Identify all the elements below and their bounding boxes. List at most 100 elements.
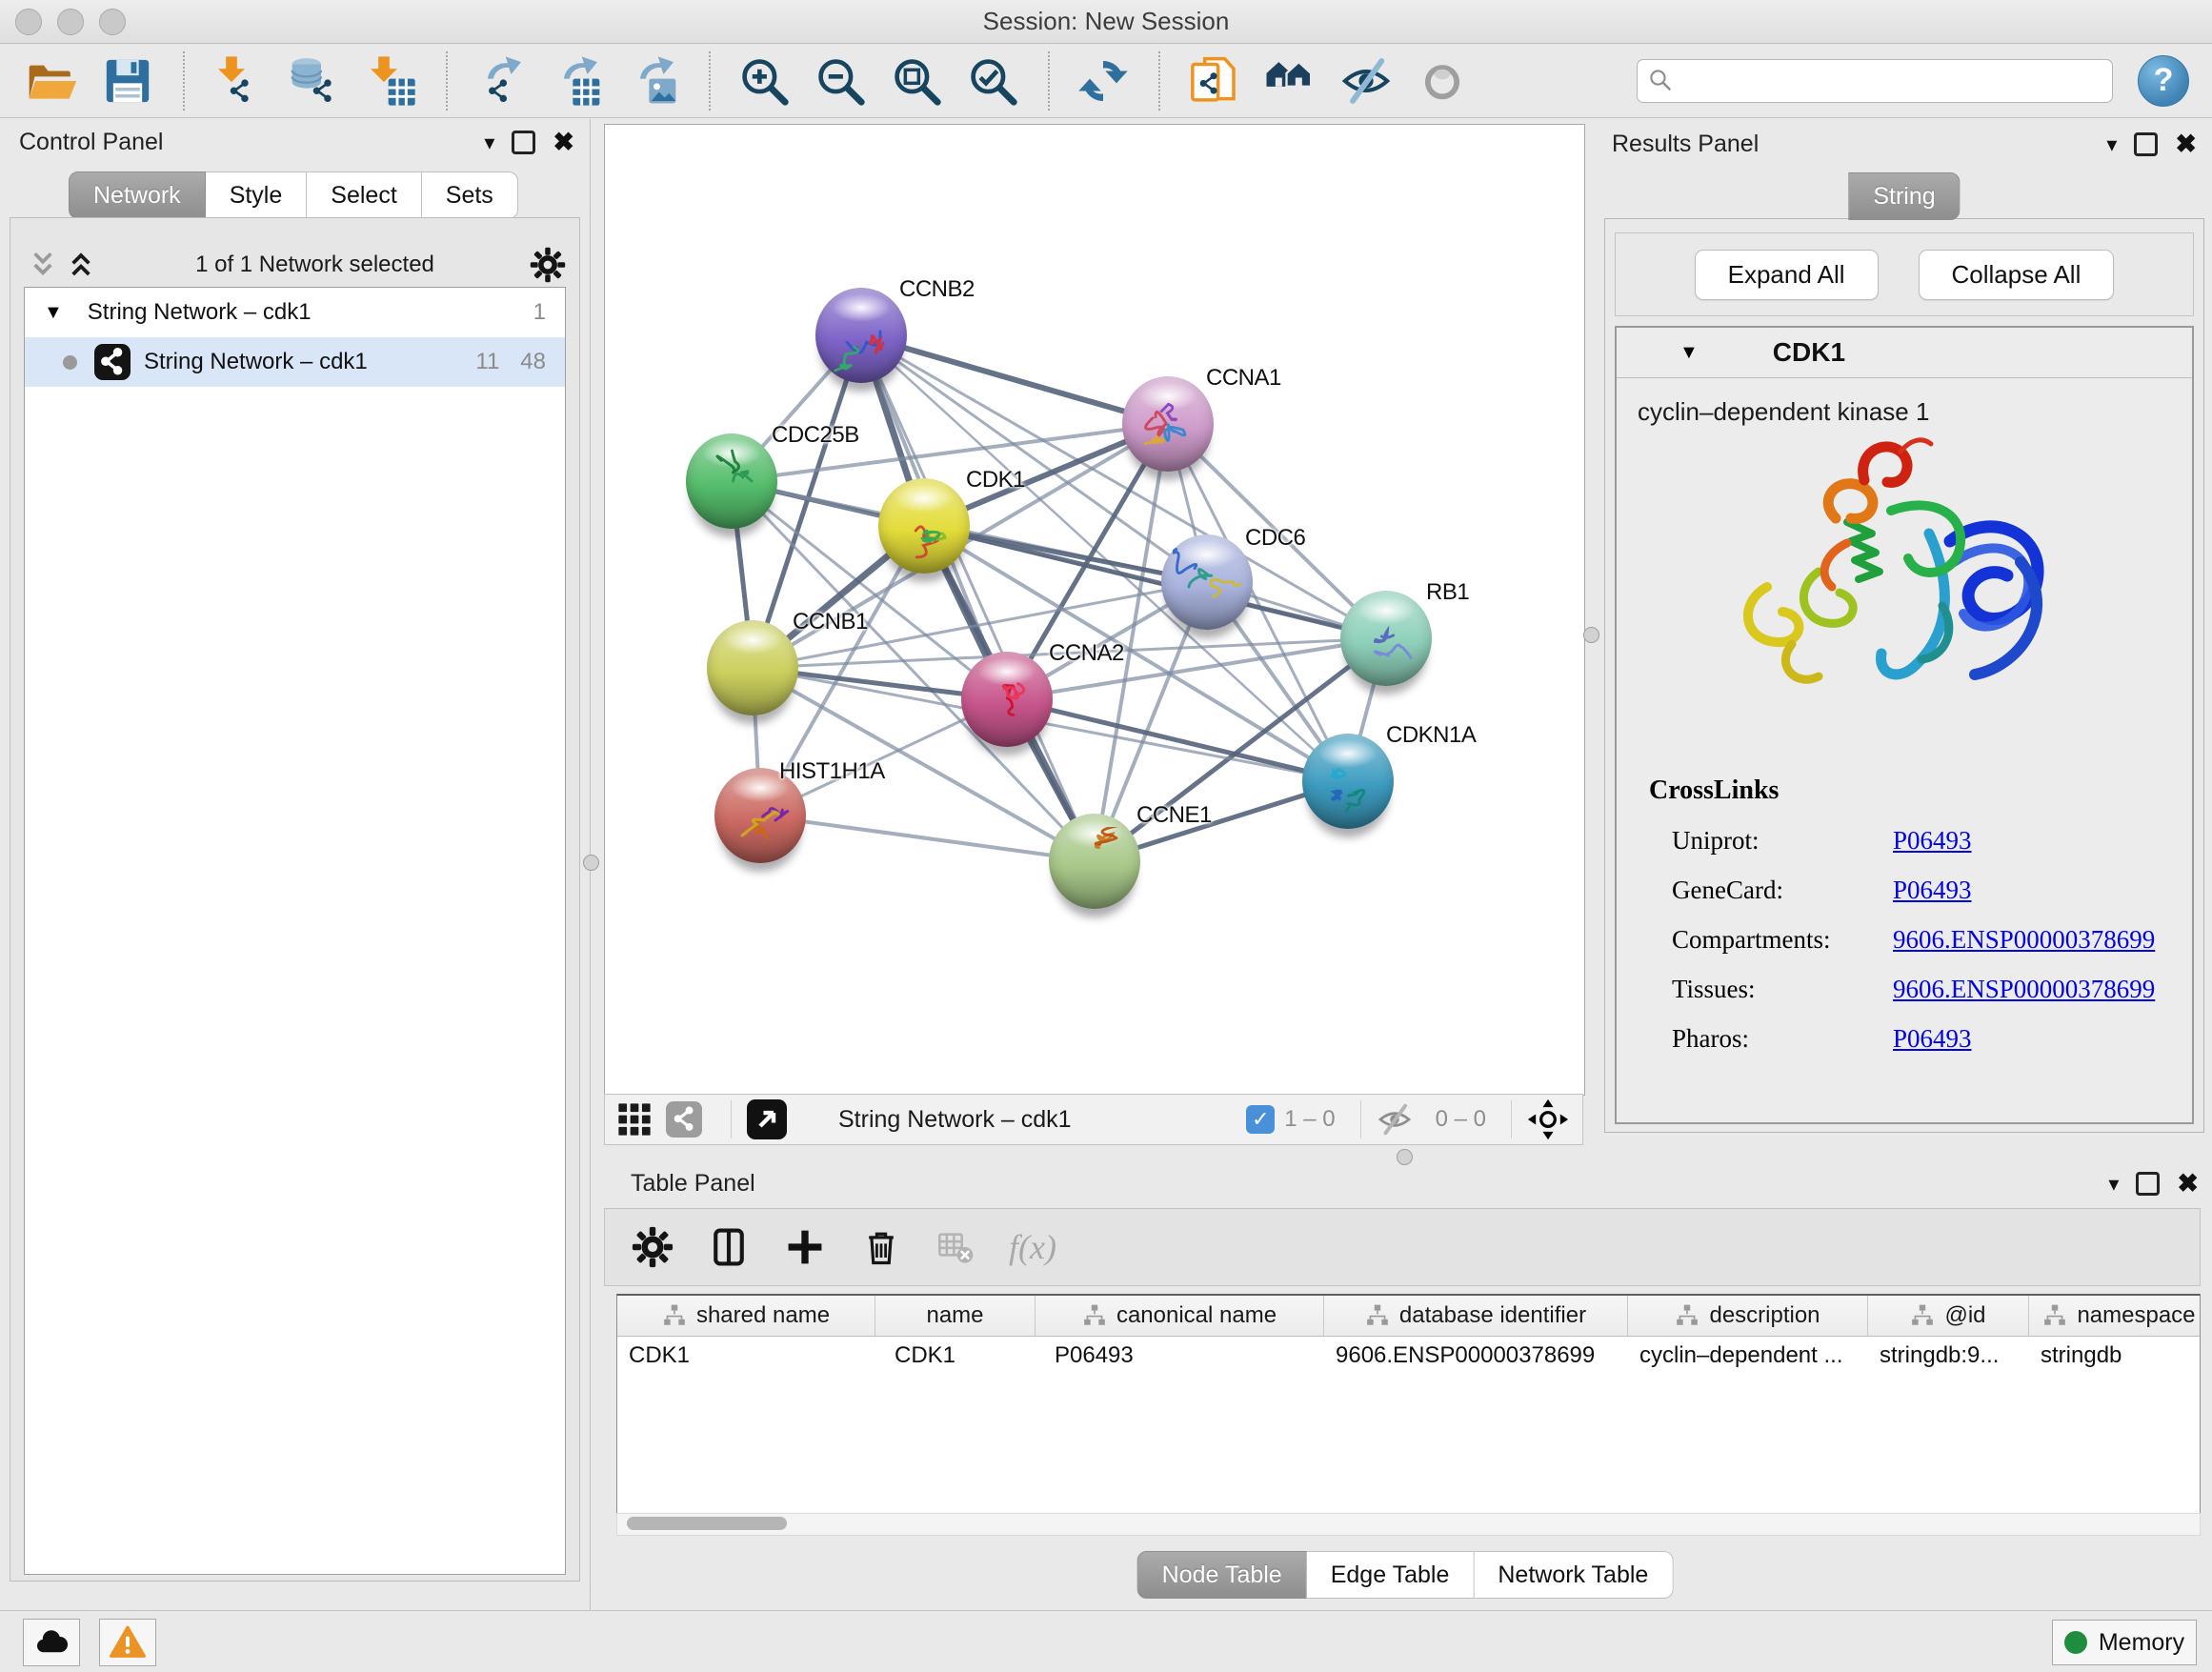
network-row-selected[interactable]: String Network – cdk1 11 48 <box>25 337 565 387</box>
table-cell[interactable]: cyclin–dependent ... <box>1628 1337 1868 1377</box>
right-splitter-handle[interactable] <box>1583 627 1599 643</box>
tab-edge-table[interactable]: Edge Table <box>1307 1551 1475 1599</box>
network-node-CCNA2[interactable] <box>961 652 1053 747</box>
column-header-namespace[interactable]: namespace <box>2029 1296 2201 1336</box>
collapse-all-button[interactable]: Collapse All <box>1919 250 2115 300</box>
import-database-button[interactable] <box>288 54 341 108</box>
network-options-gear-icon[interactable] <box>530 247 566 283</box>
network-node-CDKN1A[interactable] <box>1302 734 1394 829</box>
crosslink-link[interactable]: P06493 <box>1893 876 1972 905</box>
zoom-selected-button[interactable] <box>966 54 1019 108</box>
help-button[interactable]: ? <box>2138 55 2189 107</box>
panel-maximize-icon[interactable] <box>512 131 535 154</box>
network-node-CCNA1[interactable] <box>1122 376 1214 472</box>
crosslink-link[interactable]: 9606.ENSP00000378699 <box>1893 975 2155 1004</box>
tab-network-table[interactable]: Network Table <box>1474 1551 1673 1599</box>
panel-float-icon[interactable]: ▾ <box>484 132 494 153</box>
tab-string[interactable]: String <box>1848 172 1960 220</box>
first-neighbors-button[interactable] <box>1263 54 1317 108</box>
memory-button[interactable]: Memory <box>2052 1620 2197 1665</box>
export-table-button[interactable] <box>551 54 604 108</box>
results-maximize-icon[interactable] <box>2134 132 2158 156</box>
tab-network[interactable]: Network <box>69 171 206 219</box>
table-cell[interactable]: stringdb <box>2029 1337 2201 1377</box>
scrollbar-thumb[interactable] <box>627 1517 787 1530</box>
table-cell[interactable]: P06493 <box>1036 1337 1324 1377</box>
tab-style[interactable]: Style <box>206 171 308 219</box>
network-node-CDC25B[interactable] <box>686 433 777 529</box>
network-edge[interactable] <box>861 335 1095 861</box>
column-header-description[interactable]: description <box>1628 1296 1868 1336</box>
node-details-header[interactable]: ▼ CDK1 <box>1617 328 2192 378</box>
open-icon <box>25 54 78 108</box>
clone-network-button[interactable] <box>1187 54 1240 108</box>
table-horizontal-scrollbar[interactable] <box>616 1513 2201 1536</box>
crosslink-link[interactable]: P06493 <box>1893 1024 1972 1054</box>
table-maximize-icon[interactable] <box>2136 1172 2160 1196</box>
table-close-icon[interactable]: ✖ <box>2177 1171 2199 1197</box>
panel-close-icon[interactable]: ✖ <box>553 130 574 155</box>
warnings-button[interactable] <box>99 1619 156 1666</box>
export-image-button[interactable] <box>627 54 680 108</box>
export-network-button[interactable] <box>474 54 528 108</box>
zoom-out-button[interactable] <box>814 54 867 108</box>
network-thumbnail-icon[interactable] <box>666 1101 702 1138</box>
table-float-icon[interactable]: ▾ <box>2108 1174 2119 1195</box>
hide-selected-button[interactable] <box>1339 54 1393 108</box>
expand-all-button[interactable]: Expand All <box>1695 250 1879 300</box>
tab-select[interactable]: Select <box>307 171 421 219</box>
import-table-button[interactable] <box>364 54 417 108</box>
open-button[interactable] <box>25 54 78 108</box>
column-header-canonical-name[interactable]: canonical name <box>1036 1296 1324 1336</box>
crosslink-link[interactable]: 9606.ENSP00000378699 <box>1893 925 2155 955</box>
table-cell[interactable]: 9606.ENSP00000378699 <box>1324 1337 1628 1377</box>
network-edge[interactable] <box>760 816 1095 861</box>
collapse-all-icon[interactable] <box>24 246 62 284</box>
column-header-shared-name[interactable]: shared name <box>617 1296 875 1336</box>
table-cell[interactable]: CDK1 <box>875 1337 1036 1377</box>
results-float-icon[interactable]: ▾ <box>2106 134 2117 155</box>
horizontal-splitter-handle[interactable] <box>1397 1149 1413 1165</box>
network-node-RB1[interactable] <box>1340 591 1432 686</box>
tab-sets[interactable]: Sets <box>422 171 518 219</box>
crosslink-link[interactable]: P06493 <box>1893 826 1972 856</box>
table-cell[interactable]: stringdb:9... <box>1868 1337 2029 1377</box>
refresh-button[interactable] <box>1076 54 1130 108</box>
show-all-button[interactable] <box>1416 54 1469 108</box>
table-cell[interactable]: CDK1 <box>617 1337 875 1377</box>
fit-selected-icon[interactable] <box>1527 1098 1569 1140</box>
collection-expander-icon[interactable]: ▼ <box>44 302 63 324</box>
table-settings-gear-icon[interactable] <box>632 1226 674 1268</box>
left-splitter-handle[interactable] <box>583 855 599 871</box>
column-header-name[interactable]: name <box>875 1296 1036 1336</box>
expand-all-icon[interactable] <box>62 246 100 284</box>
grid-view-icon[interactable] <box>616 1101 653 1138</box>
search-input[interactable] <box>1678 62 2112 100</box>
network-node-CCNB2[interactable] <box>815 288 907 383</box>
import-network-button[interactable] <box>211 54 265 108</box>
column-header-id[interactable]: @id <box>1868 1296 2029 1336</box>
delete-column-trash-icon[interactable] <box>860 1226 902 1268</box>
details-expander-icon[interactable]: ▼ <box>1679 342 1699 364</box>
add-column-icon[interactable] <box>784 1226 826 1268</box>
network-node-CCNB1[interactable] <box>707 620 798 715</box>
network-canvas[interactable]: CCNB2CCNA1CDC25BCDK1CDC6RB1CCNB1CCNA2CDK… <box>604 124 1585 1096</box>
zoom-in-button[interactable] <box>737 54 791 108</box>
show-columns-icon[interactable] <box>708 1226 750 1268</box>
network-node-CDK1[interactable] <box>878 478 970 574</box>
network-node-CCNE1[interactable] <box>1049 814 1140 909</box>
tab-node-table[interactable]: Node Table <box>1137 1551 1307 1599</box>
refresh-icon <box>1076 54 1130 108</box>
birdseye-view-icon[interactable] <box>747 1099 787 1139</box>
search-box[interactable] <box>1637 59 2113 103</box>
selected-nodes-checkbox[interactable]: ✓ <box>1246 1105 1275 1134</box>
network-edge[interactable] <box>861 335 1168 424</box>
save-button[interactable] <box>101 54 154 108</box>
results-close-icon[interactable]: ✖ <box>2175 131 2197 157</box>
network-node-CDC6[interactable] <box>1161 534 1253 630</box>
crosslink-row: Tissues:9606.ENSP00000378699 <box>1649 975 2173 1004</box>
column-header-database-identifier[interactable]: database identifier <box>1324 1296 1628 1336</box>
network-collection-row[interactable]: ▼ String Network – cdk1 1 <box>25 288 565 337</box>
cloud-status-button[interactable] <box>23 1619 80 1666</box>
zoom-fit-button[interactable] <box>890 54 943 108</box>
